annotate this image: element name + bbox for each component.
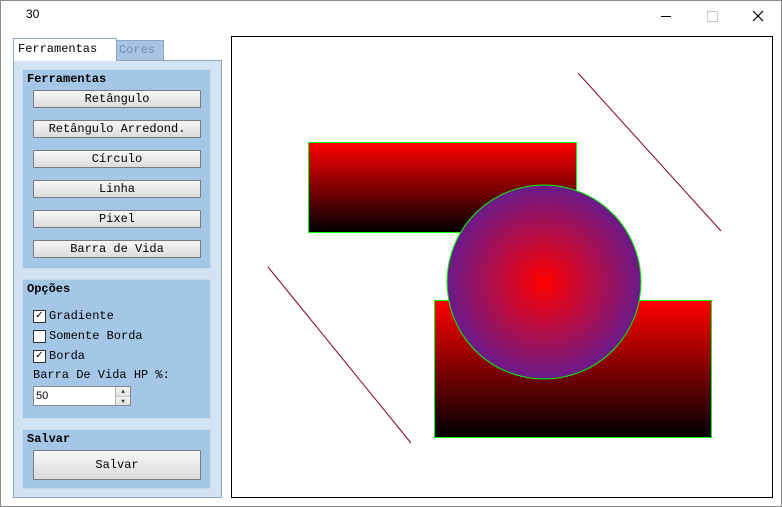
minimize-icon (661, 15, 671, 17)
tools-group: Ferramentas Retângulo Retângulo Arredond… (22, 69, 211, 269)
canvas-drawing (267, 72, 722, 444)
hp-percent-label: Barra De Vida HP %: (33, 368, 170, 382)
border-checkbox-box[interactable]: ✓ (33, 349, 46, 363)
window-title: 30 (26, 7, 40, 21)
gradient-label: Gradiente (49, 309, 114, 323)
close-button[interactable] (735, 1, 781, 31)
pixel-button[interactable]: Pixel (33, 210, 201, 228)
drawn-circle (446, 184, 642, 380)
maximize-button[interactable] (689, 1, 735, 31)
spin-up-button[interactable]: ▲ (115, 387, 130, 396)
spin-down-button[interactable]: ▼ (115, 396, 130, 405)
circle-button[interactable]: Círculo (33, 150, 201, 168)
tools-group-title: Ferramentas (27, 72, 107, 86)
hp-percent-input[interactable] (34, 387, 116, 405)
options-group-title: Opções (27, 282, 71, 296)
border-checkbox[interactable]: ✓ Borda (33, 348, 85, 364)
options-group: Opções ✓ Gradiente Somente Borda ✓ Borda… (22, 279, 211, 419)
drawn-line-lower-left (267, 266, 412, 444)
health-bar-button[interactable]: Barra de Vida (33, 240, 201, 258)
hp-percent-stepper[interactable]: ▲ ▼ (33, 386, 131, 406)
close-icon (752, 10, 764, 22)
save-group-title: Salvar (27, 432, 71, 446)
border-only-label: Somente Borda (49, 329, 143, 343)
title-bar[interactable]: 30 (1, 1, 781, 31)
save-group: Salvar Salvar (22, 429, 211, 489)
rounded-rectangle-button[interactable]: Retângulo Arredond. (33, 120, 201, 138)
border-label: Borda (49, 349, 86, 363)
gradient-checkbox-box[interactable]: ✓ (33, 309, 46, 323)
client-area: Ferramentas Cores Ferramentas Retângulo … (1, 31, 781, 506)
chevron-up-icon: ▲ (121, 388, 125, 395)
border-only-checkbox[interactable]: Somente Borda (33, 328, 143, 344)
border-only-checkbox-box[interactable] (33, 329, 46, 343)
maximize-icon (706, 10, 718, 22)
tab-cores[interactable]: Cores (114, 40, 164, 60)
tab-ferramentas[interactable]: Ferramentas (13, 38, 117, 61)
gradient-checkbox[interactable]: ✓ Gradiente (33, 308, 114, 324)
save-button[interactable]: Salvar (33, 450, 201, 480)
drawing-canvas[interactable] (231, 36, 773, 498)
minimize-button[interactable] (643, 1, 689, 31)
chevron-down-icon: ▼ (121, 397, 125, 405)
app-window: 30 Ferramentas Cores Ferramentas Retângu… (0, 0, 782, 507)
line-button[interactable]: Linha (33, 180, 201, 198)
tab-panel-ferramentas: Ferramentas Retângulo Retângulo Arredond… (13, 60, 222, 498)
rectangle-button[interactable]: Retângulo (33, 90, 201, 108)
